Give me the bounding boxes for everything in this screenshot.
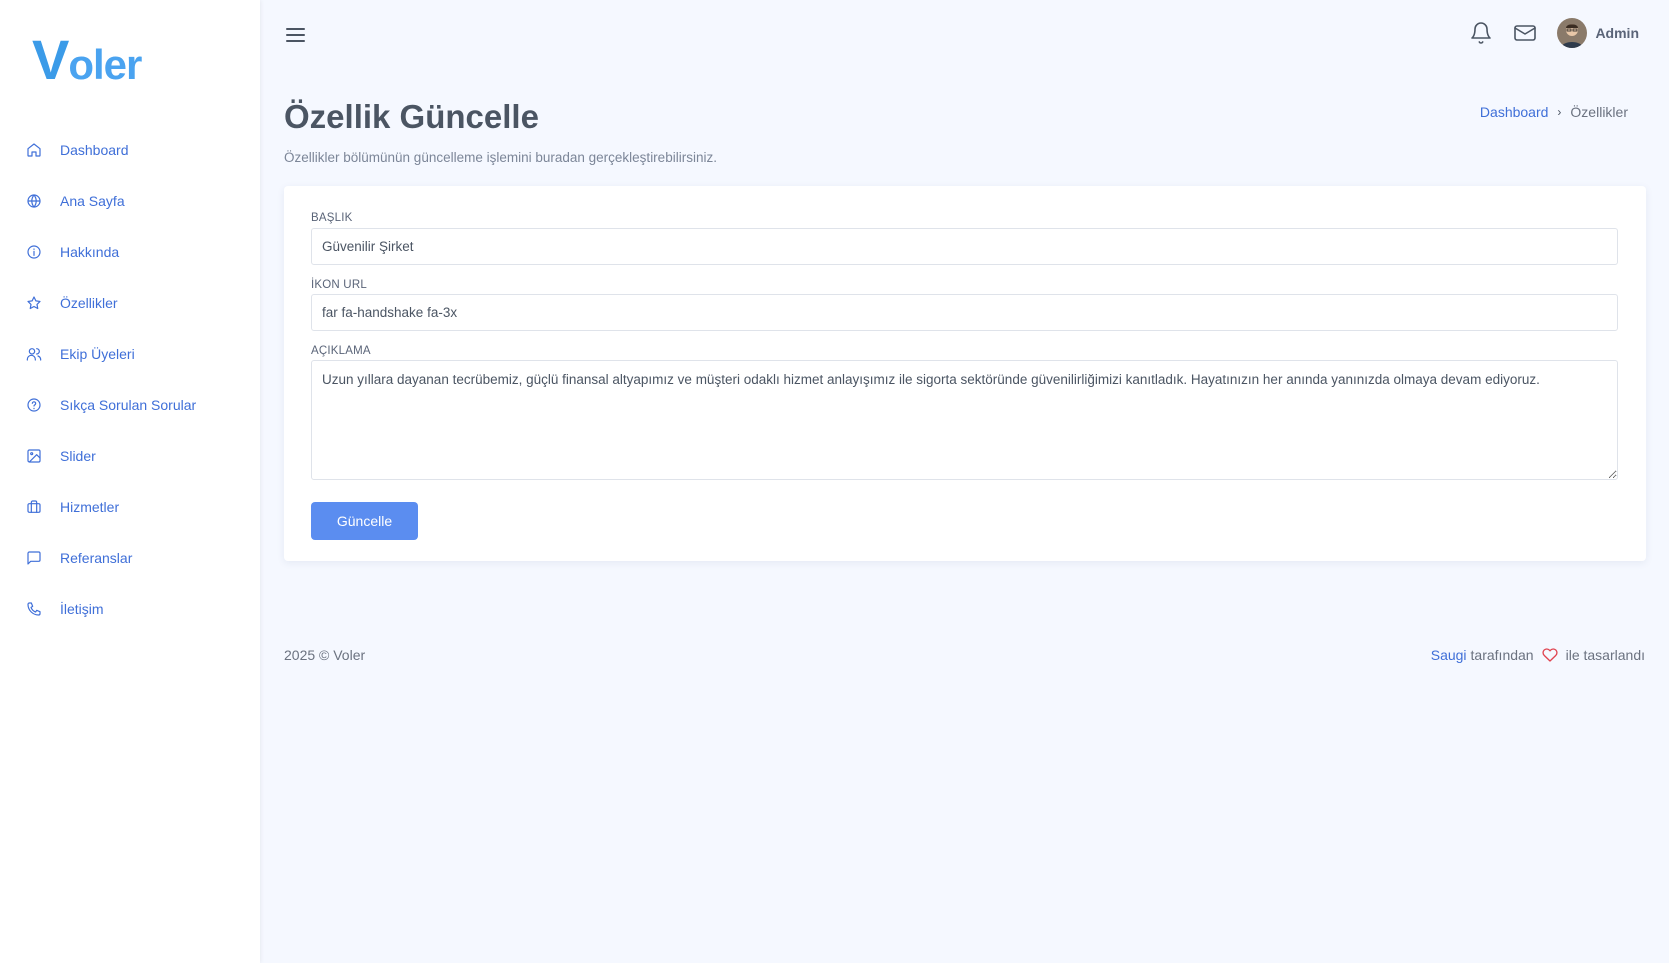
topbar-actions: Admin: [1469, 18, 1639, 48]
sidebar-item-label: Referanslar: [60, 549, 133, 566]
sidebar-item-ana-sayfa[interactable]: Ana Sayfa: [0, 175, 260, 226]
footer-copyright: 2025 © Voler: [284, 647, 366, 663]
sidebar-item-label: Ekip Üyeleri: [60, 345, 135, 362]
star-icon: [26, 295, 42, 311]
icon-url-input[interactable]: [311, 294, 1618, 331]
sidebar-item-label: Dashboard: [60, 141, 129, 158]
title-label: BAŞLIK: [311, 212, 353, 224]
breadcrumb: Dashboard › Özellikler: [1480, 104, 1628, 120]
logo-text: oler: [68, 41, 142, 88]
brand-logo[interactable]: Voler: [32, 32, 142, 88]
sidebar-item-label: Hakkında: [60, 243, 120, 260]
page-subtitle: Özellikler bölümünün güncelleme işlemini…: [284, 150, 717, 165]
user-name[interactable]: Admin: [1595, 25, 1639, 41]
topbar: Admin: [260, 0, 1669, 72]
chevron-right-icon: ›: [1557, 105, 1562, 119]
sidebar-item-iletisim[interactable]: İletişim: [0, 583, 260, 634]
description-label: AÇIKLAMA: [311, 345, 371, 357]
sidebar-item-label: Özellikler: [60, 294, 118, 311]
footer-credit: Saugi tarafından ile tasarlandı: [1431, 647, 1645, 663]
icon-url-label: İKON URL: [311, 279, 367, 291]
avatar[interactable]: [1557, 18, 1588, 48]
title-input[interactable]: [311, 228, 1618, 265]
breadcrumb-dashboard-link[interactable]: Dashboard: [1480, 104, 1549, 120]
sidebar-item-label: Ana Sayfa: [60, 192, 125, 209]
mail-icon[interactable]: [1513, 21, 1537, 45]
sidebar-item-ozellikler[interactable]: Özellikler: [0, 277, 260, 328]
sidebar-item-dashboard[interactable]: Dashboard: [0, 124, 260, 175]
menu-toggle-icon[interactable]: [284, 24, 308, 48]
sidebar-item-hizmetler[interactable]: Hizmetler: [0, 481, 260, 532]
globe-icon: [26, 193, 42, 209]
home-icon: [26, 142, 42, 158]
sidebar-item-hakkinda[interactable]: Hakkında: [0, 226, 260, 277]
briefcase-icon: [26, 499, 42, 515]
footer-designed-text: ile tasarlandı: [1565, 647, 1645, 663]
page-title: Özellik Güncelle: [284, 98, 539, 135]
image-icon: [26, 448, 42, 464]
sidebar-item-sss[interactable]: Sıkça Sorulan Sorular: [0, 379, 260, 430]
sidebar-item-slider[interactable]: Slider: [0, 430, 260, 481]
main-content: Admin Özellik Güncelle Özellikler bölümü…: [260, 0, 1669, 963]
footer-by-text: tarafından: [1470, 647, 1534, 663]
sidebar-item-referanslar[interactable]: Referanslar: [0, 532, 260, 583]
phone-icon: [26, 601, 42, 617]
sidebar: Voler Dashboard Ana Sayfa Hakkında Özell…: [0, 0, 260, 963]
breadcrumb-current: Özellikler: [1570, 104, 1628, 120]
users-icon: [26, 346, 42, 362]
footer-author-link[interactable]: Saugi: [1431, 647, 1467, 663]
sidebar-item-label: Slider: [60, 447, 96, 464]
logo-letter: V: [32, 28, 69, 91]
bell-icon[interactable]: [1469, 21, 1493, 45]
sidebar-item-label: Sıkça Sorulan Sorular: [60, 396, 197, 413]
description-textarea[interactable]: Uzun yıllara dayanan tecrübemiz, güçlü f…: [311, 360, 1618, 480]
sidebar-item-label: Hizmetler: [60, 498, 120, 515]
heart-icon: [1542, 647, 1558, 663]
update-button[interactable]: Güncelle: [311, 502, 418, 540]
sidebar-nav: Dashboard Ana Sayfa Hakkında Özellikler …: [0, 124, 260, 634]
message-square-icon: [26, 550, 42, 566]
sidebar-item-ekip-uyeleri[interactable]: Ekip Üyeleri: [0, 328, 260, 379]
help-circle-icon: [26, 397, 42, 413]
update-form-card: BAŞLIK İKON URL AÇIKLAMA Uzun yıllara da…: [284, 186, 1646, 561]
sidebar-item-label: İletişim: [60, 600, 104, 617]
info-icon: [26, 244, 42, 260]
